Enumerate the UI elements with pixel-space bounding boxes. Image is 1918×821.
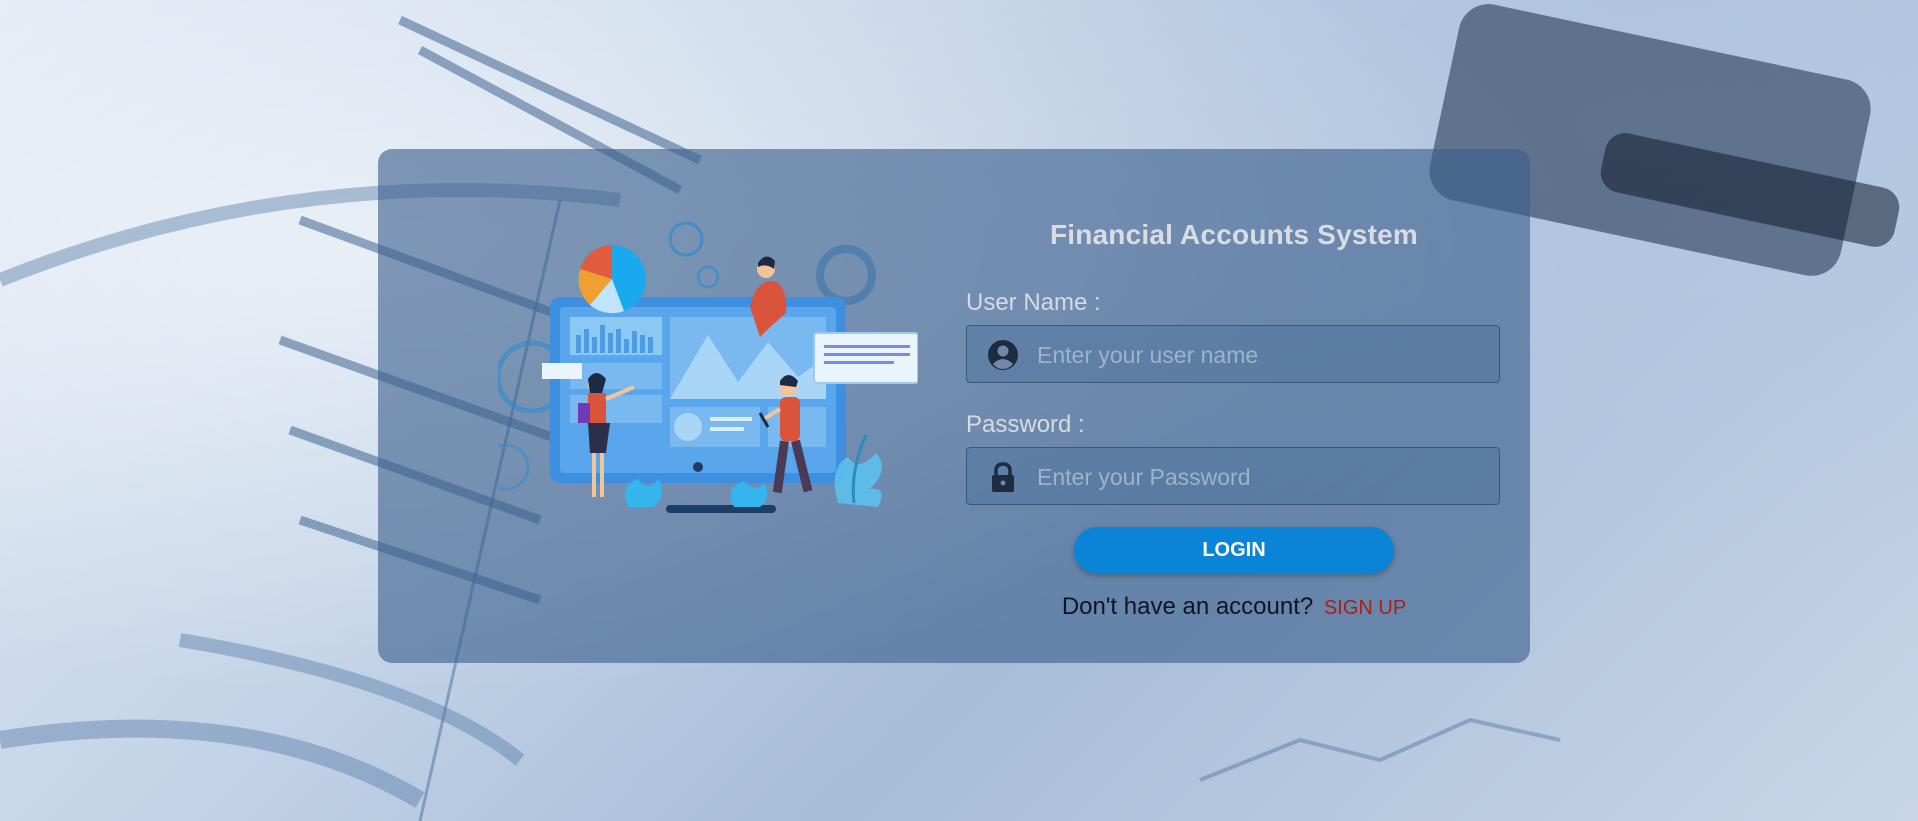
login-button[interactable]: LOGIN [1074, 527, 1394, 573]
username-label: User Name : [966, 289, 1101, 316]
finance-dashboard-illustration [482, 217, 919, 527]
login-form: Financial Accounts System User Name : Pa… [966, 209, 1502, 621]
password-field[interactable] [966, 447, 1500, 506]
lock-icon [992, 462, 1014, 492]
signup-row: Don't have an account? SIGN UP [966, 593, 1502, 621]
signup-prompt: Don't have an account? [1061, 593, 1314, 620]
user-circle-icon [988, 340, 1018, 370]
password-label: Password : [966, 411, 1085, 438]
username-input[interactable] [1035, 326, 1489, 384]
login-card: Financial Accounts System User Name : Pa… [378, 149, 1530, 663]
page-title: Financial Accounts System [1049, 219, 1419, 250]
username-field[interactable] [966, 325, 1500, 384]
password-input[interactable] [1035, 448, 1489, 506]
signup-link[interactable]: SIGN UP [1324, 597, 1406, 619]
